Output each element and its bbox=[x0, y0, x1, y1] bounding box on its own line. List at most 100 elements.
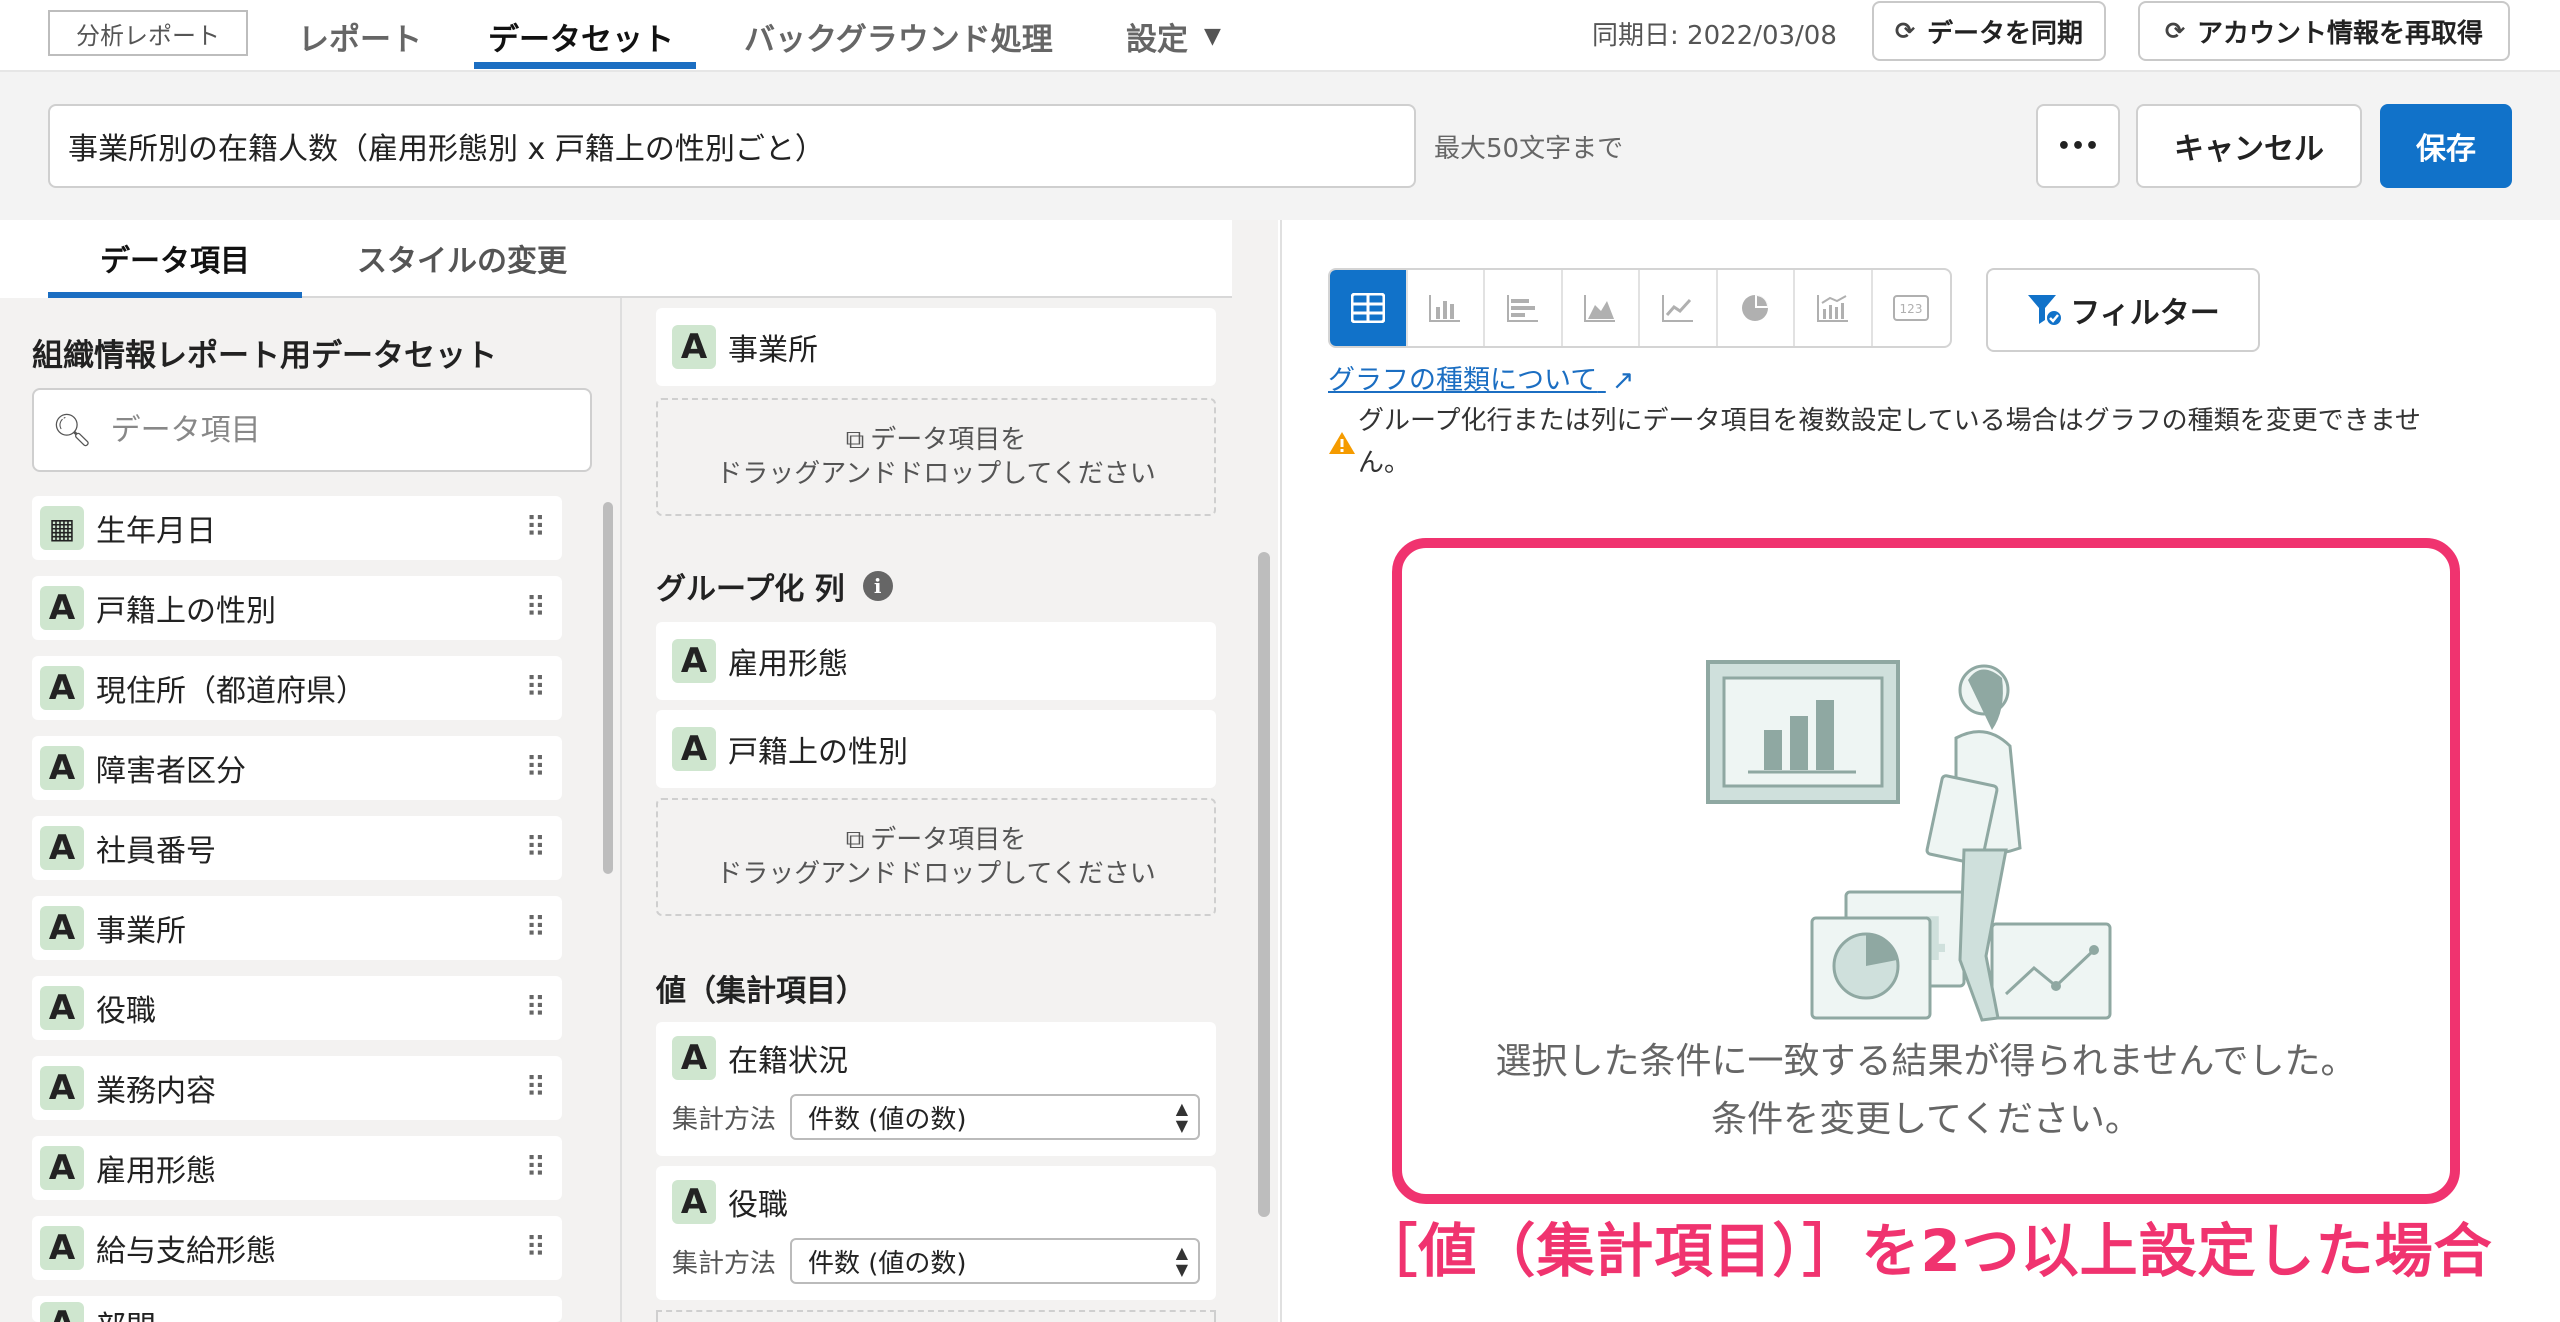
text-type-icon: A bbox=[40, 666, 84, 710]
group-column-item[interactable]: A 戸籍上の性別 bbox=[656, 710, 1216, 788]
value-label: 役職 bbox=[728, 1188, 788, 1223]
drag-handle-icon[interactable]: ⠿ bbox=[525, 1070, 545, 1106]
graph-types-link[interactable]: グラフの種類について ↗ bbox=[1328, 358, 1634, 397]
text-type-icon: A bbox=[40, 1146, 84, 1190]
info-icon[interactable]: i bbox=[862, 571, 893, 601]
bar-chart-icon[interactable] bbox=[1485, 270, 1563, 346]
field-label: 役職 bbox=[96, 994, 156, 1029]
nav-tab-report[interactable]: レポート bbox=[298, 0, 422, 72]
save-button[interactable]: 保存 bbox=[2380, 104, 2512, 188]
column-chart-icon[interactable] bbox=[1408, 270, 1485, 346]
tab-style[interactable]: スタイルの変更 bbox=[332, 220, 592, 296]
group-column-label: 戸籍上の性別 bbox=[728, 735, 908, 770]
value-item[interactable]: A 役職 集計方法 件数 (値の数) ▲ ▼ bbox=[656, 1166, 1216, 1300]
dropzone-text: ドラッグアンドドロップしてください bbox=[716, 459, 1156, 489]
graph-types-link-text: グラフの種類について bbox=[1328, 365, 1598, 396]
column-dropzone[interactable]: ⧉ データ項目を ドラッグアンドドロップしてください bbox=[656, 798, 1216, 916]
aggregation-label: 集計方法 bbox=[672, 1248, 777, 1279]
line-chart-icon[interactable] bbox=[1640, 270, 1718, 346]
text-type-icon: A bbox=[672, 639, 716, 683]
number-chart-icon[interactable]: 123 bbox=[1873, 270, 1950, 346]
field-label: 社員番号 bbox=[96, 834, 216, 869]
filter-label: フィルター bbox=[2070, 296, 2220, 331]
list-item[interactable]: A 戸籍上の性別 ⠿ bbox=[32, 576, 562, 640]
search-input[interactable] bbox=[108, 411, 569, 449]
filter-icon bbox=[2028, 295, 2064, 327]
chevron-down-icon: ▼ bbox=[1204, 23, 1221, 49]
drag-handle-icon[interactable]: ⠿ bbox=[525, 1230, 545, 1266]
dropzone-text: データ項目を bbox=[870, 425, 1027, 455]
more-options-button[interactable]: ••• bbox=[2036, 104, 2120, 188]
aggregation-select[interactable]: 件数 (値の数) ▲ ▼ bbox=[790, 1094, 1200, 1140]
group-column-item[interactable]: A 雇用形態 bbox=[656, 622, 1216, 700]
list-item[interactable]: A 障害者区分 ⠿ bbox=[32, 736, 562, 800]
nav-tab-settings[interactable]: 設定 ▼ bbox=[1126, 0, 1221, 72]
list-item[interactable]: A 現住所（都道府県） ⠿ bbox=[32, 656, 562, 720]
drag-handle-icon[interactable]: ⠿ bbox=[525, 1150, 545, 1186]
aggregation-value: 件数 (値の数) bbox=[808, 1248, 967, 1279]
text-type-icon: A bbox=[672, 1036, 716, 1080]
list-item[interactable]: A 業務内容 ⠿ bbox=[32, 1056, 562, 1120]
list-item[interactable]: A 部門 bbox=[32, 1296, 562, 1322]
list-item[interactable]: A 事業所 ⠿ bbox=[32, 896, 562, 960]
reacquire-account-button[interactable]: ⟳ アカウント情報を再取得 bbox=[2138, 1, 2510, 61]
sync-data-label: データを同期 bbox=[1927, 18, 2084, 49]
nav-active-indicator bbox=[474, 62, 696, 69]
row-group-item[interactable]: A 事業所 bbox=[656, 308, 1216, 386]
brand-label: 分析レポート bbox=[48, 10, 248, 56]
sync-data-button[interactable]: ⟳ データを同期 bbox=[1872, 1, 2106, 61]
cancel-button[interactable]: キャンセル bbox=[2136, 104, 2362, 188]
list-item[interactable]: A 役職 ⠿ bbox=[32, 976, 562, 1040]
warning-text-line: ん。 bbox=[1358, 448, 1411, 478]
drag-handle-icon[interactable]: ⠿ bbox=[525, 590, 545, 626]
refresh-icon: ⟳ bbox=[2164, 17, 2186, 45]
report-title-input[interactable]: 事業所別の在籍人数（雇用形態別 x 戸籍上の性別ごと） bbox=[48, 104, 1416, 188]
text-type-icon: A bbox=[672, 1180, 716, 1224]
value-dropzone[interactable] bbox=[656, 1310, 1216, 1322]
list-item[interactable]: A 給与支給形態 ⠿ bbox=[32, 1216, 562, 1280]
drag-handle-icon[interactable]: ⠿ bbox=[525, 990, 545, 1026]
nav-tab-background[interactable]: バックグラウンド処理 bbox=[744, 0, 1053, 72]
drag-handle-icon[interactable]: ⠿ bbox=[525, 510, 545, 546]
pie-chart-icon[interactable] bbox=[1718, 270, 1795, 346]
area-chart-icon[interactable] bbox=[1563, 270, 1640, 346]
field-label: 業務内容 bbox=[96, 1074, 216, 1109]
value-item[interactable]: A 在籍状況 集計方法 件数 (値の数) ▲ ▼ bbox=[656, 1022, 1216, 1156]
calendar-icon: ▦ bbox=[40, 506, 84, 550]
value-item-aggregation: 集計方法 件数 (値の数) ▲ ▼ bbox=[672, 1094, 1200, 1140]
list-item[interactable]: A 社員番号 ⠿ bbox=[32, 816, 562, 880]
text-type-icon: A bbox=[40, 986, 84, 1030]
text-type-icon: A bbox=[672, 727, 716, 771]
drag-handle-icon[interactable]: ⠿ bbox=[525, 670, 545, 706]
reacquire-account-label: アカウント情報を再取得 bbox=[2197, 18, 2484, 49]
select-arrows-icon: ▲ ▼ bbox=[1175, 1243, 1188, 1279]
warning-icon bbox=[1328, 426, 1358, 484]
value-item-header: A 在籍状況 bbox=[672, 1036, 848, 1080]
table-chart-icon[interactable] bbox=[1330, 270, 1408, 346]
field-label: 部門 bbox=[96, 1302, 156, 1322]
annotation-caption: ［値（集計項目）］を2つ以上設定した場合 bbox=[1359, 1217, 2493, 1285]
chart-type-selector: 123 bbox=[1328, 268, 1952, 348]
row-dropzone[interactable]: ⧉ データ項目を ドラッグアンドドロップしてください bbox=[656, 398, 1216, 516]
filter-button[interactable]: フィルター bbox=[1986, 268, 2260, 352]
tab-data-items[interactable]: データ項目 bbox=[48, 220, 302, 296]
drag-handle-icon[interactable]: ⠿ bbox=[525, 750, 545, 786]
dropzone-line: ⧉ データ項目を bbox=[846, 423, 1027, 457]
values-heading: 値（集計項目） bbox=[656, 974, 866, 1009]
list-item[interactable]: ▦ 生年月日 ⠿ bbox=[32, 496, 562, 560]
empty-message: 選択した条件に一致する結果が得られませんでした。 bbox=[1495, 1041, 2357, 1082]
row-group-label: 事業所 bbox=[728, 333, 818, 368]
text-type-icon: A bbox=[40, 1066, 84, 1110]
sync-date: 同期日: 2022/03/08 bbox=[1592, 20, 1837, 51]
dropzone-line: ⧉ データ項目を bbox=[846, 823, 1027, 857]
combo-chart-icon[interactable] bbox=[1795, 270, 1873, 346]
list-item[interactable]: A 雇用形態 ⠿ bbox=[32, 1136, 562, 1200]
field-list-scroll-thumb[interactable] bbox=[603, 502, 613, 874]
field-label: 生年月日 bbox=[96, 514, 216, 549]
drag-handle-icon[interactable]: ⠿ bbox=[525, 830, 545, 866]
drag-handle-icon[interactable]: ⠿ bbox=[525, 910, 545, 946]
aggregation-value: 件数 (値の数) bbox=[808, 1104, 967, 1135]
config-scroll-thumb[interactable] bbox=[1258, 552, 1270, 1217]
field-label: 雇用形態 bbox=[96, 1154, 216, 1189]
aggregation-select[interactable]: 件数 (値の数) ▲ ▼ bbox=[790, 1238, 1200, 1284]
